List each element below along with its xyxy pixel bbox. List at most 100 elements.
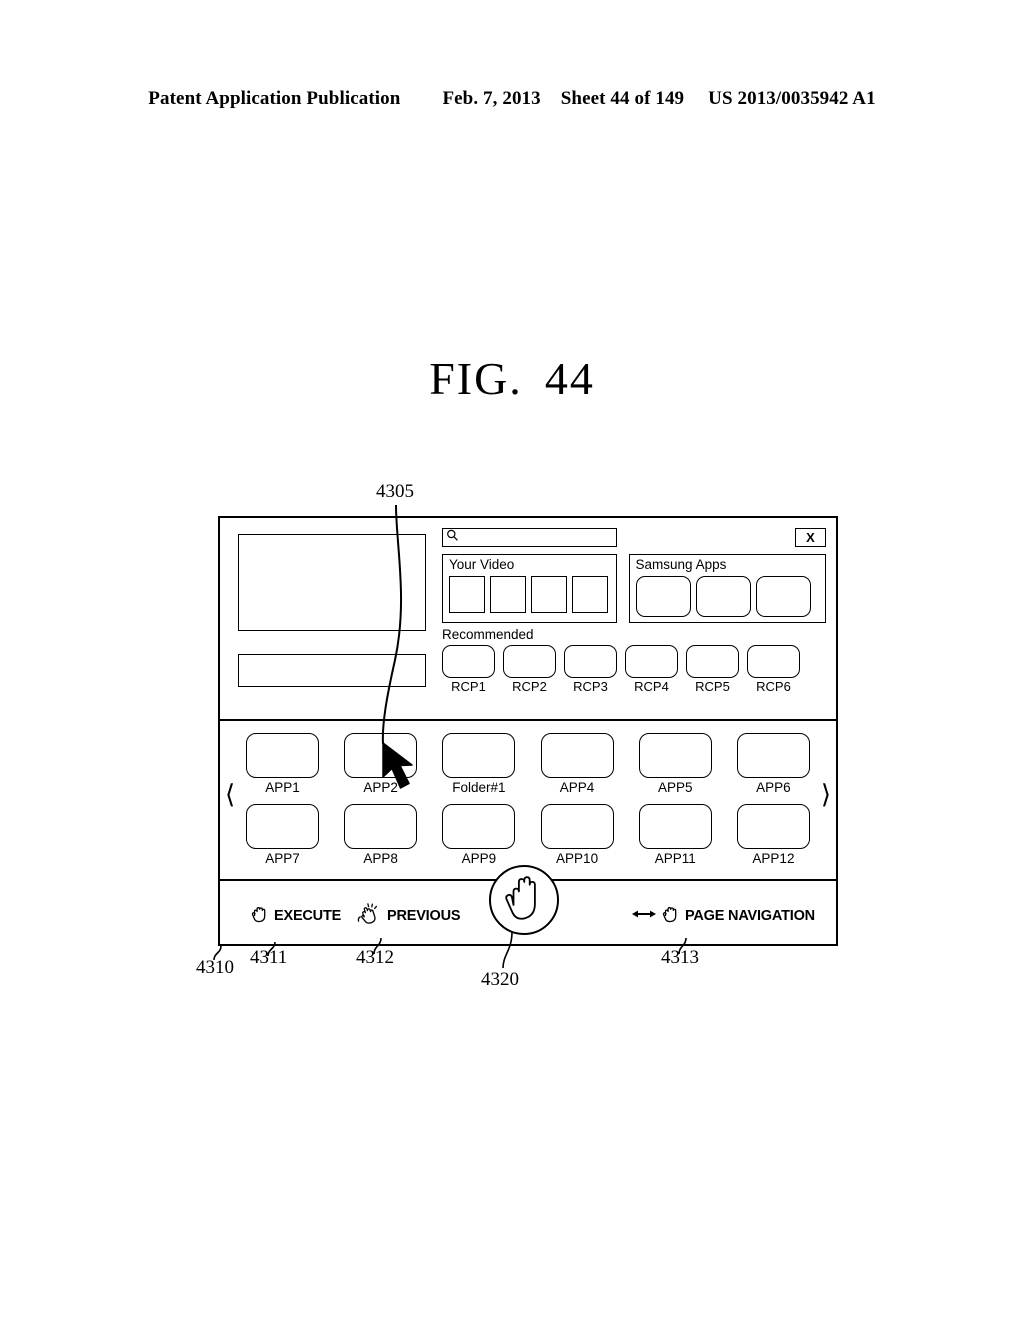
recommended-label: RCP5 — [695, 679, 730, 694]
recommended-label: RCP2 — [512, 679, 547, 694]
hand-gesture-cursor[interactable] — [489, 865, 559, 935]
reference-numeral-4312: 4312 — [356, 947, 394, 968]
app-label: APP7 — [265, 851, 300, 866]
figure-number: 44 — [544, 353, 595, 404]
video-tile[interactable] — [490, 576, 526, 613]
preview-column — [238, 534, 426, 687]
app-label: APP6 — [756, 780, 791, 795]
recommended-item[interactable]: RCP5 — [686, 645, 739, 695]
chevron-right-icon[interactable]: ⟩ — [821, 782, 831, 808]
reference-numeral-4311: 4311 — [250, 947, 288, 968]
app-grid-row-2: APP7 APP8 APP9 APP10 APP11 APP12 — [246, 804, 810, 867]
recommended-label: RCP6 — [756, 679, 791, 694]
patent-header: Patent Application Publication Feb. 7, 2… — [0, 88, 1024, 110]
recommended-item[interactable]: RCP6 — [747, 645, 800, 695]
figure-title: FIG. 44 — [0, 352, 1024, 405]
app-icon-box — [442, 804, 516, 849]
app-item-app8[interactable]: APP8 — [344, 804, 418, 867]
grab-hand-icon — [250, 903, 269, 929]
browse-column: X Your Video Samsung Apps Recommended RC… — [442, 528, 826, 695]
reference-numeral-4310: 4310 — [196, 957, 234, 978]
gesture-execute: EXECUTE — [250, 903, 341, 929]
app-item-app12[interactable]: APP12 — [736, 804, 810, 867]
search-icon — [446, 529, 459, 547]
app-icon-box — [736, 804, 810, 849]
app-label: APP12 — [752, 851, 795, 866]
search-row: X — [442, 528, 826, 547]
video-tile[interactable] — [572, 576, 608, 613]
sheet-number: Sheet 44 of 149 — [560, 88, 685, 109]
app-item-app10[interactable]: APP10 — [540, 804, 614, 867]
app-icon-box — [736, 733, 810, 778]
recommended-item[interactable]: RCP4 — [625, 645, 678, 695]
recommended-row: RCP1 RCP2 RCP3 RCP4 RCP5 RCP6 — [442, 645, 826, 695]
app-label: APP5 — [657, 780, 693, 795]
recommended-thumb — [564, 645, 617, 678]
your-video-title: Your Video — [449, 557, 515, 572]
recommended-item[interactable]: RCP3 — [564, 645, 617, 695]
app-icon-box — [442, 733, 516, 778]
publication-date: Feb. 7, 2013 — [442, 88, 541, 109]
reference-numeral-4313: 4313 — [661, 947, 699, 968]
app-label: APP4 — [559, 780, 595, 795]
app-grid-row-1: APP1 APP2 Folder#1 APP4 APP5 APP6 — [246, 733, 810, 796]
reference-numeral-4320: 4320 — [481, 969, 519, 990]
double-arrow-icon — [632, 907, 656, 925]
samsung-apps-tiles — [635, 576, 820, 617]
app-icon-box — [246, 733, 319, 778]
patent-number: US 2013/0035942 A1 — [708, 88, 876, 109]
preview-small-panel[interactable] — [238, 654, 426, 687]
close-icon: X — [806, 530, 815, 545]
video-tile[interactable] — [449, 576, 485, 613]
app-grid: APP1 APP2 Folder#1 APP4 APP5 APP6 APP7 A… — [246, 733, 810, 867]
samsung-apps-panel[interactable]: Samsung Apps — [628, 554, 826, 623]
app-label: APP11 — [654, 851, 696, 866]
app-item-app5[interactable]: APP5 — [638, 733, 712, 796]
recommended-section: Recommended RCP1 RCP2 RCP3 RCP4 RCP5 RCP… — [442, 627, 826, 695]
figure-label: FIG. — [429, 353, 523, 404]
your-video-tiles — [449, 576, 611, 613]
recommended-thumb — [503, 645, 556, 678]
recommended-thumb — [747, 645, 800, 678]
arrow-pointer-icon — [381, 741, 429, 798]
wave-hand-icon — [356, 903, 382, 929]
app-icon-box — [638, 804, 712, 849]
app-icon-box — [540, 804, 614, 849]
samsung-apps-title: Samsung Apps — [635, 557, 727, 572]
gesture-previous: PREVIOUS — [356, 903, 461, 929]
preview-large-panel[interactable] — [238, 534, 426, 631]
search-input[interactable] — [442, 528, 617, 547]
recommended-label: RCP4 — [634, 679, 669, 694]
app-label: Folder#1 — [452, 780, 506, 795]
video-tile[interactable] — [531, 576, 567, 613]
app-item-app4[interactable]: APP4 — [540, 733, 614, 796]
app-item-app11[interactable]: APP11 — [638, 804, 712, 867]
app-grid-section: ⟨ ⟩ APP1 APP2 Folder#1 APP4 APP5 APP6 AP… — [220, 721, 836, 881]
grab-hand-icon — [661, 903, 680, 929]
app-item-folder1[interactable]: Folder#1 — [442, 733, 516, 796]
recommended-item[interactable]: RCP2 — [503, 645, 556, 695]
app-item-app1[interactable]: APP1 — [246, 733, 319, 796]
recommended-item[interactable]: RCP1 — [442, 645, 495, 695]
gesture-previous-label: PREVIOUS — [387, 908, 461, 924]
app-icon-box — [638, 733, 712, 778]
store-app-tile[interactable] — [755, 576, 811, 617]
your-video-panel[interactable]: Your Video — [442, 554, 617, 623]
open-palm-hand-icon — [502, 871, 546, 930]
store-app-tile[interactable] — [635, 576, 691, 617]
publication-label: Patent Application Publication — [148, 88, 401, 109]
recommended-thumb — [686, 645, 739, 678]
recommended-label: RCP1 — [451, 679, 486, 694]
chevron-left-icon[interactable]: ⟨ — [225, 782, 235, 808]
app-item-app7[interactable]: APP7 — [246, 804, 319, 867]
content-browse-section: X Your Video Samsung Apps Recommended RC… — [220, 518, 836, 721]
close-button[interactable]: X — [795, 528, 826, 547]
recommended-title: Recommended — [442, 627, 534, 642]
app-label: APP9 — [461, 851, 497, 866]
recommended-thumb — [442, 645, 495, 678]
app-item-app9[interactable]: APP9 — [442, 804, 516, 867]
app-item-app6[interactable]: APP6 — [736, 733, 810, 796]
store-app-tile[interactable] — [695, 576, 751, 617]
app-label: APP8 — [363, 851, 398, 866]
gesture-execute-label: EXECUTE — [274, 908, 342, 924]
